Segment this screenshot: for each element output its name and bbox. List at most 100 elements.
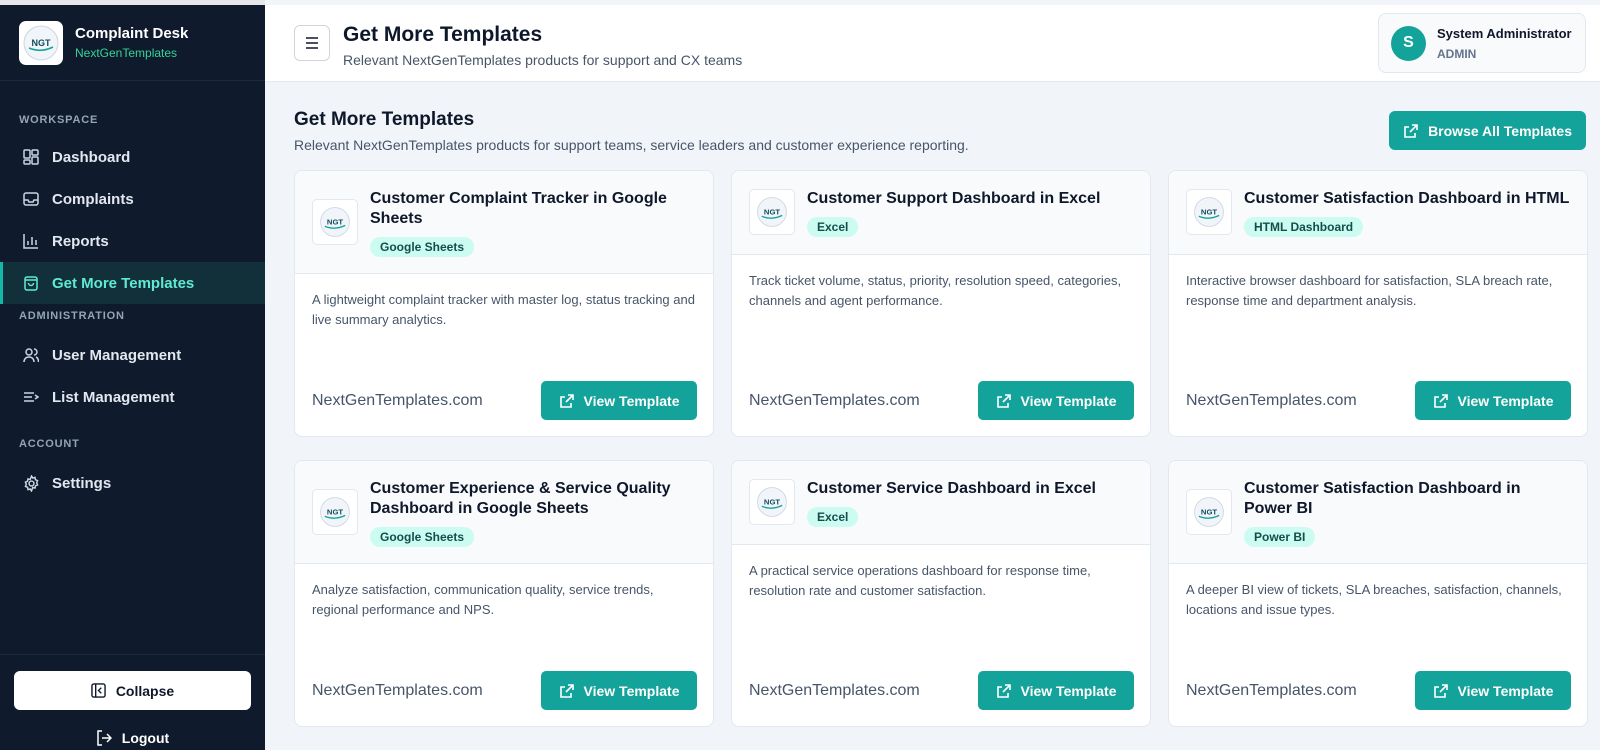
view-template-label: View Template [1020, 392, 1117, 409]
site-link[interactable]: NextGenTemplates.com [749, 682, 920, 700]
site-link[interactable]: NextGenTemplates.com [1186, 392, 1357, 410]
card-title: Customer Service Dashboard in Excel [807, 480, 1096, 497]
card-header: NGT Customer Satisfaction Dashboard in Po… [1169, 461, 1587, 564]
browse-all-label: Browse All Templates [1428, 122, 1572, 139]
sidebar-footer: Collapse Logout [0, 654, 265, 750]
collapse-button[interactable]: Collapse [14, 671, 251, 710]
template-card: NGT Customer Complaint Tracker in Google … [294, 170, 714, 437]
card-title: Customer Satisfaction Dashboard in Power… [1244, 480, 1521, 517]
external-link-icon [996, 393, 1012, 409]
page-title: Get More Templates [343, 23, 543, 46]
user-name: System Administrator [1437, 25, 1572, 41]
platform-badge: Excel [807, 507, 859, 527]
view-template-button[interactable]: View Template [978, 381, 1134, 420]
avatar: S [1391, 25, 1426, 61]
external-link-icon [996, 683, 1012, 699]
card-description: Interactive browser dashboard for satisf… [1186, 273, 1553, 308]
template-thumbnail: NGT [749, 479, 795, 525]
sidebar-item-label: User Management [52, 346, 182, 364]
template-thumbnail: NGT [1186, 489, 1232, 535]
logout-label: Logout [121, 730, 170, 746]
collapse-label: Collapse [115, 682, 175, 699]
view-template-label: View Template [1457, 682, 1554, 699]
brand-logo-text: NGT [32, 38, 52, 48]
view-template-button[interactable]: View Template [541, 381, 697, 420]
section-subtitle: Relevant NextGenTemplates products for s… [294, 137, 969, 153]
collapse-icon [91, 683, 106, 698]
view-template-label: View Template [1457, 392, 1554, 409]
card-description: A lightweight complaint tracker with mas… [312, 292, 695, 327]
card-description: A practical service operations dashboard… [749, 563, 1091, 598]
template-card: NGT Customer Satisfaction Dashboard in Po… [1168, 460, 1588, 727]
site-link[interactable]: NextGenTemplates.com [1186, 682, 1357, 700]
view-template-label: View Template [1020, 682, 1117, 699]
sidebar-item-label: List Management [52, 388, 175, 406]
platform-badge: Google Sheets [370, 237, 475, 257]
template-thumbnail: NGT [1186, 189, 1232, 235]
card-description: Analyze satisfaction, communication qual… [312, 582, 654, 617]
sidebar-item-reports[interactable]: Reports [0, 220, 265, 262]
card-title: Customer Satisfaction Dashboard in HTML [1244, 190, 1570, 207]
card-logo-text: NGT [764, 498, 780, 507]
list-icon [22, 388, 40, 406]
view-template-label: View Template [583, 682, 680, 699]
platform-badge: Power BI [1244, 527, 1316, 547]
card-logo-text: NGT [327, 508, 343, 517]
card-title: Customer Experience & Service Quality Da… [370, 480, 671, 517]
card-logo-text: NGT [1201, 508, 1217, 517]
sidebar-item-user-management[interactable]: User Management [0, 334, 265, 376]
external-link-icon [559, 683, 575, 699]
card-footer: NextGenTemplates.com View Template [312, 671, 697, 710]
template-card: NGT Customer Service Dashboard in Excel Ex… [731, 460, 1151, 727]
brand: NGT Complaint Desk NextGenTemplates [0, 5, 265, 81]
view-template-button[interactable]: View Template [1415, 671, 1571, 710]
card-footer: NextGenTemplates.com View Template [749, 381, 1134, 420]
section-title: Get More Templates [294, 109, 475, 130]
template-thumbnail: NGT [312, 489, 358, 535]
template-thumbnail: NGT [749, 189, 795, 235]
user-role: ADMIN [1437, 46, 1477, 61]
logout-button[interactable]: Logout [0, 718, 265, 750]
dashboard-icon [22, 148, 40, 166]
main-content: Get More Templates Relevant NextGenTempl… [265, 82, 1600, 750]
site-link[interactable]: NextGenTemplates.com [749, 392, 920, 410]
inbox-icon [22, 190, 40, 208]
sidebar-item-label: Dashboard [52, 148, 131, 166]
view-template-button[interactable]: View Template [978, 671, 1134, 710]
template-card: NGT Customer Support Dashboard in Excel Ex… [731, 170, 1151, 437]
bar-chart-icon [22, 232, 40, 250]
nav-section-workspace: WORKSPACE [19, 114, 99, 126]
view-template-button[interactable]: View Template [541, 671, 697, 710]
brand-title: Complaint Desk [75, 25, 189, 42]
sidebar-item-label: Complaints [52, 190, 134, 208]
sidebar-item-get-more-templates[interactable]: Get More Templates [0, 262, 265, 304]
sidebar-item-dashboard[interactable]: Dashboard [0, 136, 265, 178]
browse-all-templates-button[interactable]: Browse All Templates [1389, 111, 1586, 150]
template-thumbnail: NGT [312, 199, 358, 245]
card-description: Track ticket volume, status, priority, r… [749, 273, 1122, 308]
card-footer: NextGenTemplates.com View Template [1186, 671, 1571, 710]
view-template-label: View Template [583, 392, 680, 409]
site-link[interactable]: NextGenTemplates.com [312, 682, 483, 700]
site-link[interactable]: NextGenTemplates.com [312, 392, 483, 410]
sidebar-item-label: Settings [52, 474, 112, 492]
card-footer: NextGenTemplates.com View Template [749, 671, 1134, 710]
card-header: NGT Customer Service Dashboard in Excel Ex… [732, 461, 1150, 545]
external-link-icon [1403, 123, 1419, 139]
card-logo-text: NGT [1201, 208, 1217, 217]
sidebar-item-settings[interactable]: Settings [0, 462, 265, 504]
menu-toggle-button[interactable] [294, 25, 330, 61]
sidebar-item-complaints[interactable]: Complaints [0, 178, 265, 220]
nav-section-account: ACCOUNT [19, 438, 80, 450]
hamburger-icon [305, 37, 319, 49]
platform-badge: HTML Dashboard [1244, 217, 1364, 237]
card-title: Customer Complaint Tracker in Google She… [370, 190, 667, 227]
user-menu[interactable]: S System Administrator ADMIN [1378, 13, 1586, 73]
view-template-button[interactable]: View Template [1415, 381, 1571, 420]
card-header: NGT Customer Complaint Tracker in Google … [295, 171, 713, 274]
sidebar-item-list-management[interactable]: List Management [0, 376, 265, 418]
card-header: NGT Customer Satisfaction Dashboard in HT… [1169, 171, 1587, 255]
users-icon [22, 346, 40, 364]
nav-section-administration: ADMINISTRATION [19, 310, 125, 322]
platform-badge: Google Sheets [370, 527, 475, 547]
